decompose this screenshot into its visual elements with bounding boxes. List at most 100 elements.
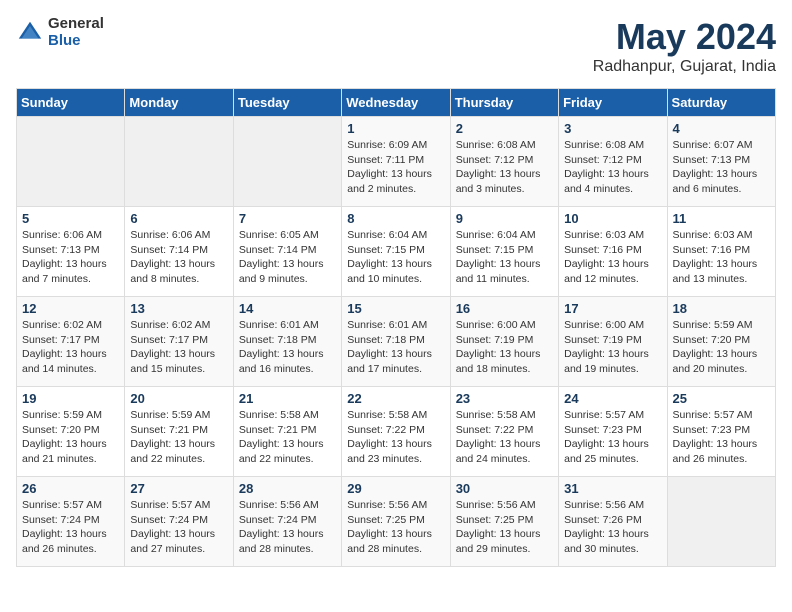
calendar-cell: 28 Sunrise: 5:56 AM Sunset: 7:24 PM Dayli… bbox=[233, 477, 341, 567]
calendar-cell: 25Sunrise: 5:57 AM Sunset: 7:23 PM Dayli… bbox=[667, 387, 775, 477]
calendar-cell: 26 Sunrise: 5:57 AM Sunset: 7:24 PM Dayli… bbox=[17, 477, 125, 567]
day-info: Sunrise: 5:57 AM Sunset: 7:24 PM Dayligh… bbox=[130, 498, 227, 557]
day-info: Sunrise: 6:03 AM Sunset: 7:16 PM Dayligh… bbox=[564, 228, 661, 287]
calendar-cell: 6 Sunrise: 6:06 AM Sunset: 7:14 PM Daylig… bbox=[125, 207, 233, 297]
day-info: Sunrise: 5:56 AM Sunset: 7:25 PM Dayligh… bbox=[456, 498, 553, 557]
calendar-cell: 20 Sunrise: 5:59 AM Sunset: 7:21 PM Dayli… bbox=[125, 387, 233, 477]
calendar-cell: 9Sunrise: 6:04 AM Sunset: 7:15 PM Daylig… bbox=[450, 207, 558, 297]
calendar-cell: 5 Sunrise: 6:06 AM Sunset: 7:13 PM Daylig… bbox=[17, 207, 125, 297]
day-info: Sunrise: 6:08 AM Sunset: 7:12 PM Dayligh… bbox=[564, 138, 661, 197]
day-info: Sunrise: 6:01 AM Sunset: 7:18 PM Dayligh… bbox=[239, 318, 336, 377]
logo-general-text: General bbox=[48, 16, 104, 33]
calendar-cell: 3 Sunrise: 6:08 AM Sunset: 7:12 PM Daylig… bbox=[559, 117, 667, 207]
header-row: Sunday Monday Tuesday Wednesday Thursday… bbox=[17, 89, 776, 117]
sub-title: Radhanpur, Gujarat, India bbox=[593, 58, 776, 76]
day-number: 26 bbox=[22, 481, 119, 496]
calendar-cell: 21 Sunrise: 5:58 AM Sunset: 7:21 PM Dayli… bbox=[233, 387, 341, 477]
day-number: 3 bbox=[564, 121, 661, 136]
col-thursday: Thursday bbox=[450, 89, 558, 117]
calendar-week-4: 19Sunrise: 5:59 AM Sunset: 7:20 PM Dayli… bbox=[17, 387, 776, 477]
calendar-cell: 1Sunrise: 6:09 AM Sunset: 7:11 PM Daylig… bbox=[342, 117, 450, 207]
calendar-cell: 13 Sunrise: 6:02 AM Sunset: 7:17 PM Dayli… bbox=[125, 297, 233, 387]
day-info: Sunrise: 5:57 AM Sunset: 7:23 PM Dayligh… bbox=[673, 408, 770, 467]
calendar-week-2: 5 Sunrise: 6:06 AM Sunset: 7:13 PM Daylig… bbox=[17, 207, 776, 297]
calendar-cell: 10 Sunrise: 6:03 AM Sunset: 7:16 PM Dayli… bbox=[559, 207, 667, 297]
day-info: Sunrise: 5:59 AM Sunset: 7:20 PM Dayligh… bbox=[22, 408, 119, 467]
calendar-cell: 30 Sunrise: 5:56 AM Sunset: 7:25 PM Dayli… bbox=[450, 477, 558, 567]
calendar-cell: 29 Sunrise: 5:56 AM Sunset: 7:25 PM Dayli… bbox=[342, 477, 450, 567]
day-number: 17 bbox=[564, 301, 661, 316]
day-number: 30 bbox=[456, 481, 553, 496]
day-info: Sunrise: 5:56 AM Sunset: 7:24 PM Dayligh… bbox=[239, 498, 336, 557]
day-info: Sunrise: 6:02 AM Sunset: 7:17 PM Dayligh… bbox=[130, 318, 227, 377]
day-number: 10 bbox=[564, 211, 661, 226]
calendar-cell: 27 Sunrise: 5:57 AM Sunset: 7:24 PM Dayli… bbox=[125, 477, 233, 567]
day-number: 21 bbox=[239, 391, 336, 406]
day-info: Sunrise: 5:59 AM Sunset: 7:21 PM Dayligh… bbox=[130, 408, 227, 467]
logo-blue-text: Blue bbox=[48, 33, 104, 50]
calendar-cell: 11Sunrise: 6:03 AM Sunset: 7:16 PM Dayli… bbox=[667, 207, 775, 297]
day-info: Sunrise: 5:59 AM Sunset: 7:20 PM Dayligh… bbox=[673, 318, 770, 377]
day-number: 5 bbox=[22, 211, 119, 226]
day-info: Sunrise: 5:56 AM Sunset: 7:25 PM Dayligh… bbox=[347, 498, 444, 557]
calendar-cell: 22Sunrise: 5:58 AM Sunset: 7:22 PM Dayli… bbox=[342, 387, 450, 477]
day-number: 15 bbox=[347, 301, 444, 316]
day-number: 24 bbox=[564, 391, 661, 406]
day-number: 6 bbox=[130, 211, 227, 226]
day-number: 28 bbox=[239, 481, 336, 496]
day-info: Sunrise: 5:58 AM Sunset: 7:22 PM Dayligh… bbox=[456, 408, 553, 467]
day-info: Sunrise: 6:01 AM Sunset: 7:18 PM Dayligh… bbox=[347, 318, 444, 377]
calendar-body: 1Sunrise: 6:09 AM Sunset: 7:11 PM Daylig… bbox=[17, 117, 776, 567]
day-info: Sunrise: 6:04 AM Sunset: 7:15 PM Dayligh… bbox=[347, 228, 444, 287]
col-friday: Friday bbox=[559, 89, 667, 117]
day-info: Sunrise: 6:02 AM Sunset: 7:17 PM Dayligh… bbox=[22, 318, 119, 377]
day-info: Sunrise: 6:04 AM Sunset: 7:15 PM Dayligh… bbox=[456, 228, 553, 287]
day-number: 2 bbox=[456, 121, 553, 136]
day-number: 16 bbox=[456, 301, 553, 316]
calendar-week-1: 1Sunrise: 6:09 AM Sunset: 7:11 PM Daylig… bbox=[17, 117, 776, 207]
day-number: 22 bbox=[347, 391, 444, 406]
calendar-cell: 15 Sunrise: 6:01 AM Sunset: 7:18 PM Dayli… bbox=[342, 297, 450, 387]
day-number: 18 bbox=[673, 301, 770, 316]
day-info: Sunrise: 6:00 AM Sunset: 7:19 PM Dayligh… bbox=[456, 318, 553, 377]
header: General Blue May 2024 Radhanpur, Gujarat… bbox=[16, 16, 776, 76]
day-number: 20 bbox=[130, 391, 227, 406]
calendar-cell: 12 Sunrise: 6:02 AM Sunset: 7:17 PM Dayli… bbox=[17, 297, 125, 387]
calendar-table: Sunday Monday Tuesday Wednesday Thursday… bbox=[16, 88, 776, 567]
col-tuesday: Tuesday bbox=[233, 89, 341, 117]
calendar-week-3: 12 Sunrise: 6:02 AM Sunset: 7:17 PM Dayli… bbox=[17, 297, 776, 387]
calendar-cell: 4Sunrise: 6:07 AM Sunset: 7:13 PM Daylig… bbox=[667, 117, 775, 207]
day-number: 31 bbox=[564, 481, 661, 496]
day-info: Sunrise: 5:58 AM Sunset: 7:21 PM Dayligh… bbox=[239, 408, 336, 467]
day-info: Sunrise: 6:06 AM Sunset: 7:13 PM Dayligh… bbox=[22, 228, 119, 287]
day-number: 1 bbox=[347, 121, 444, 136]
calendar-header: Sunday Monday Tuesday Wednesday Thursday… bbox=[17, 89, 776, 117]
calendar-cell: 31Sunrise: 5:56 AM Sunset: 7:26 PM Dayli… bbox=[559, 477, 667, 567]
calendar-cell bbox=[233, 117, 341, 207]
calendar-cell: 24Sunrise: 5:57 AM Sunset: 7:23 PM Dayli… bbox=[559, 387, 667, 477]
calendar-cell: 7Sunrise: 6:05 AM Sunset: 7:14 PM Daylig… bbox=[233, 207, 341, 297]
day-info: Sunrise: 5:57 AM Sunset: 7:24 PM Dayligh… bbox=[22, 498, 119, 557]
day-number: 4 bbox=[673, 121, 770, 136]
day-number: 27 bbox=[130, 481, 227, 496]
day-number: 13 bbox=[130, 301, 227, 316]
calendar-cell: 19Sunrise: 5:59 AM Sunset: 7:20 PM Dayli… bbox=[17, 387, 125, 477]
day-info: Sunrise: 6:06 AM Sunset: 7:14 PM Dayligh… bbox=[130, 228, 227, 287]
day-number: 14 bbox=[239, 301, 336, 316]
day-number: 29 bbox=[347, 481, 444, 496]
logo: General Blue bbox=[16, 16, 104, 49]
col-sunday: Sunday bbox=[17, 89, 125, 117]
calendar-cell bbox=[125, 117, 233, 207]
calendar-cell bbox=[667, 477, 775, 567]
calendar-cell: 17 Sunrise: 6:00 AM Sunset: 7:19 PM Dayli… bbox=[559, 297, 667, 387]
day-number: 23 bbox=[456, 391, 553, 406]
day-number: 12 bbox=[22, 301, 119, 316]
day-number: 8 bbox=[347, 211, 444, 226]
calendar-week-5: 26 Sunrise: 5:57 AM Sunset: 7:24 PM Dayli… bbox=[17, 477, 776, 567]
title-area: May 2024 Radhanpur, Gujarat, India bbox=[593, 16, 776, 76]
calendar-cell bbox=[17, 117, 125, 207]
calendar-cell: 2Sunrise: 6:08 AM Sunset: 7:12 PM Daylig… bbox=[450, 117, 558, 207]
day-info: Sunrise: 6:00 AM Sunset: 7:19 PM Dayligh… bbox=[564, 318, 661, 377]
calendar-cell: 23 Sunrise: 5:58 AM Sunset: 7:22 PM Dayli… bbox=[450, 387, 558, 477]
day-info: Sunrise: 6:03 AM Sunset: 7:16 PM Dayligh… bbox=[673, 228, 770, 287]
